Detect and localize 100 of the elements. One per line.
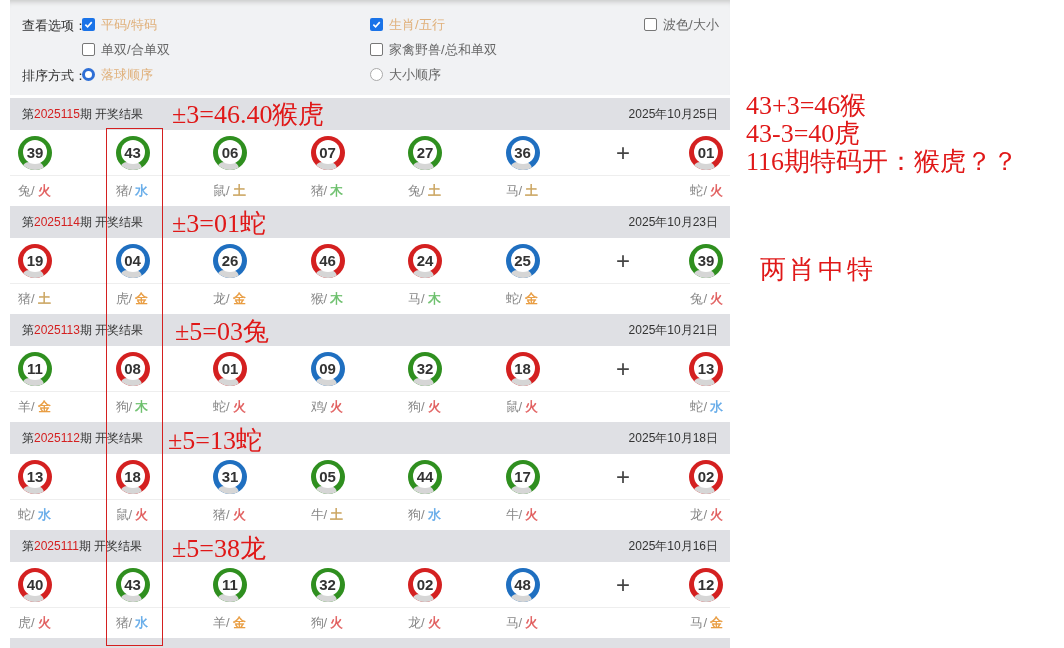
element-label: 火 <box>232 398 246 417</box>
element-label: 土 <box>330 506 344 525</box>
checkbox-option[interactable]: 单双/合单双 <box>82 39 370 60</box>
plus-sign: + <box>616 572 630 597</box>
draw-date: 2025年10月16日 <box>628 538 718 555</box>
annotation-text: ±3=46.40猴虎 <box>172 102 325 128</box>
element-label: 木 <box>135 398 149 417</box>
zodiac-label: 狗/ <box>408 506 425 525</box>
element-label: 土 <box>525 182 539 201</box>
radio-icon <box>370 68 383 81</box>
element-label: 火 <box>330 398 344 417</box>
element-label: 水 <box>135 614 149 633</box>
zodiac-label: 羊/ <box>18 398 35 417</box>
annotation-text: ±5=03兔 <box>175 319 269 345</box>
zodiac-label: 龙/ <box>690 506 707 525</box>
checkbox-icon <box>370 18 383 31</box>
draw-date: 2025年10月18日 <box>628 430 718 447</box>
element-label: 火 <box>525 398 539 417</box>
checkbox-icon <box>644 18 657 31</box>
zodiac-label: 虎/ <box>18 614 35 633</box>
element-label: 火 <box>427 398 441 417</box>
element-label: 火 <box>710 182 723 201</box>
element-label: 土 <box>427 182 441 201</box>
annotation-text: ±5=38龙 <box>172 536 266 562</box>
zodiac-label: 猪/ <box>115 614 133 633</box>
zodiac-label: 蛇/ <box>505 290 523 309</box>
annotation-text: 43-3=40虎 <box>746 120 862 148</box>
checkbox-icon <box>370 43 383 56</box>
element-label: 火 <box>427 614 441 633</box>
radio-icon <box>82 68 95 81</box>
zodiac-label: 狗/ <box>115 398 133 417</box>
plus-sign: + <box>616 248 630 273</box>
element-label: 火 <box>37 614 51 633</box>
radio-option[interactable]: 大小顺序 <box>370 64 644 85</box>
checkbox-option[interactable]: 波色/大小 <box>644 14 719 35</box>
element-label: 水 <box>135 182 149 201</box>
element-label: 木 <box>330 290 344 309</box>
draw-title: 第2025115期 开奖结果 <box>22 106 144 123</box>
element-label: 金 <box>232 614 246 633</box>
checkbox-icon <box>82 18 95 31</box>
element-label: 金 <box>135 290 149 309</box>
draw-date: 2025年10月25日 <box>628 106 718 123</box>
zodiac-label: 牛/ <box>310 506 328 525</box>
zodiac-label: 马/ <box>505 614 523 633</box>
element-label: 木 <box>427 290 441 309</box>
zodiac-label: 鸡/ <box>310 398 328 417</box>
element-label: 金 <box>525 290 539 309</box>
element-label: 火 <box>330 614 344 633</box>
zodiac-label: 猪/ <box>310 182 328 201</box>
annotation-text: 两肖中特 <box>760 257 876 283</box>
element-label: 金 <box>37 398 51 417</box>
element-label: 火 <box>135 506 149 525</box>
zodiac-label: 猪/ <box>18 290 35 309</box>
element-label: 水 <box>427 506 441 525</box>
element-label: 水 <box>37 506 51 525</box>
zodiac-label: 龙/ <box>213 290 230 309</box>
zodiac-label: 鼠/ <box>115 506 133 525</box>
draw-date: 2025年10月23日 <box>628 214 718 231</box>
zodiac-label: 猪/ <box>213 506 230 525</box>
annotation-text: ±3=01蛇 <box>172 210 266 237</box>
element-label: 火 <box>710 506 723 525</box>
zodiac-label: 虎/ <box>115 290 133 309</box>
element-label: 土 <box>37 290 51 309</box>
zodiac-label: 狗/ <box>310 614 328 633</box>
element-label: 水 <box>710 398 723 417</box>
zodiac-label: 马/ <box>505 182 523 201</box>
zodiac-label: 蛇/ <box>690 182 707 201</box>
element-label: 火 <box>525 506 539 525</box>
zodiac-label: 鼠/ <box>505 398 523 417</box>
zodiac-label: 牛/ <box>505 506 523 525</box>
element-label: 火 <box>710 290 723 309</box>
element-label: 金 <box>232 290 246 309</box>
zodiac-label: 狗/ <box>408 398 425 417</box>
zodiac-label: 蛇/ <box>18 506 35 525</box>
zodiac-label: 羊/ <box>213 614 230 633</box>
plus-sign: + <box>616 464 630 489</box>
draw-date: 2025年10月21日 <box>628 322 718 339</box>
zodiac-label: 蛇/ <box>690 398 707 417</box>
zodiac-label: 龙/ <box>408 614 425 633</box>
annotation-text: 116期特码开：猴虎？？ <box>746 148 1019 176</box>
element-label: 木 <box>330 182 344 201</box>
element-label: 火 <box>232 506 246 525</box>
plus-sign: + <box>616 140 630 165</box>
element-label: 金 <box>710 614 723 633</box>
zodiac-label: 马/ <box>408 290 425 309</box>
zodiac-label: 马/ <box>690 614 707 633</box>
zodiac-label: 蛇/ <box>213 398 230 417</box>
plus-sign: + <box>616 356 630 381</box>
zodiac-label: 兔/ <box>690 290 707 309</box>
element-label: 土 <box>232 182 246 201</box>
element-label: 火 <box>37 182 51 201</box>
zodiac-label: 鼠/ <box>213 182 230 201</box>
annotation-text: ±5=13蛇 <box>168 427 262 454</box>
zodiac-label: 兔/ <box>408 182 425 201</box>
zodiac-label: 猴/ <box>310 290 328 309</box>
zodiac-label: 兔/ <box>18 182 35 201</box>
checkbox-icon <box>82 43 95 56</box>
zodiac-label: 猪/ <box>115 182 133 201</box>
element-label: 火 <box>525 614 539 633</box>
checkbox-option[interactable]: 家禽野兽/总和单双 <box>370 39 644 60</box>
